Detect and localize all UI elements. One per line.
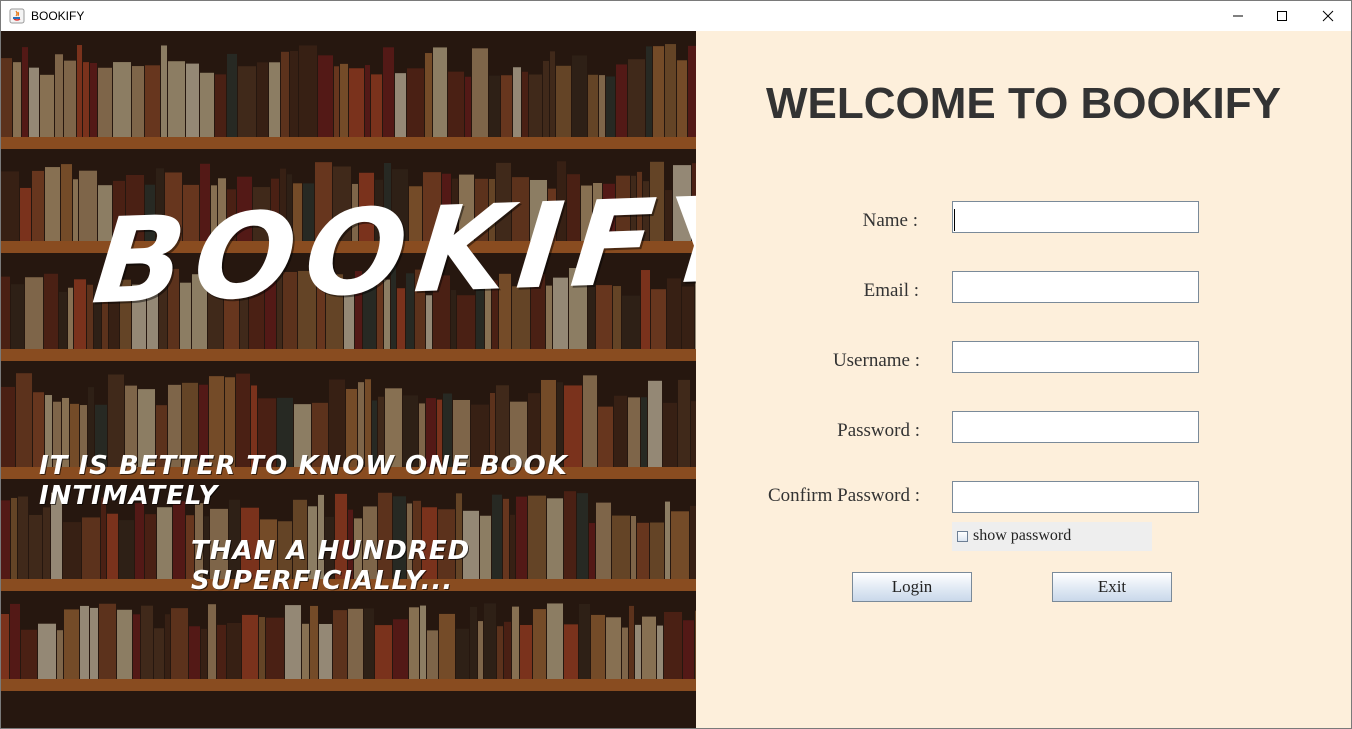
- text-caret: [954, 209, 955, 231]
- confirm-password-input[interactable]: [952, 481, 1199, 513]
- quote-line-2: THAN A HUNDRED SUPERFICIALLY...: [191, 536, 471, 596]
- bookshelf-image: [1, 31, 696, 728]
- welcome-heading: WELCOME TO BOOKIFY: [766, 79, 1281, 128]
- password-input[interactable]: [952, 411, 1199, 443]
- name-label: Name :: [862, 210, 918, 231]
- show-password-label: show password: [973, 527, 1072, 544]
- exit-button[interactable]: Exit: [1052, 572, 1172, 602]
- minimize-icon: [1233, 15, 1243, 17]
- password-label: Password :: [837, 420, 920, 441]
- email-label: Email :: [863, 280, 919, 301]
- quote-line-1: IT IS BETTER TO KNOW ONE BOOK INTIMATELY: [39, 451, 568, 511]
- registration-form: WELCOME TO BOOKIFY Name : Email : Userna…: [696, 31, 1351, 728]
- confirm-password-label: Confirm Password :: [768, 485, 920, 506]
- java-app-icon: [9, 8, 25, 24]
- name-input[interactable]: [952, 201, 1199, 233]
- minimize-button[interactable]: [1215, 1, 1261, 31]
- close-button[interactable]: [1305, 1, 1351, 31]
- bookshelf-banner: BOOKIFY IT IS BETTER TO KNOW ONE BOOK IN…: [1, 31, 696, 728]
- show-password-toggle[interactable]: show password: [952, 522, 1152, 551]
- maximize-button[interactable]: [1259, 1, 1305, 31]
- window-title: BOOKIFY: [31, 9, 85, 23]
- username-label: Username :: [832, 350, 920, 371]
- username-input[interactable]: [952, 341, 1199, 373]
- title-bar[interactable]: BOOKIFY: [1, 1, 1351, 31]
- brand-logo-text: BOOKIFY: [87, 169, 696, 331]
- show-password-checkbox[interactable]: [957, 531, 968, 542]
- email-input[interactable]: [952, 271, 1199, 303]
- maximize-icon: [1277, 11, 1287, 21]
- close-icon: [1322, 10, 1334, 22]
- login-button[interactable]: Login: [852, 572, 972, 602]
- app-window: BOOKIFY BOOKIFY IT IS BETTER TO KNOW ONE…: [0, 0, 1352, 729]
